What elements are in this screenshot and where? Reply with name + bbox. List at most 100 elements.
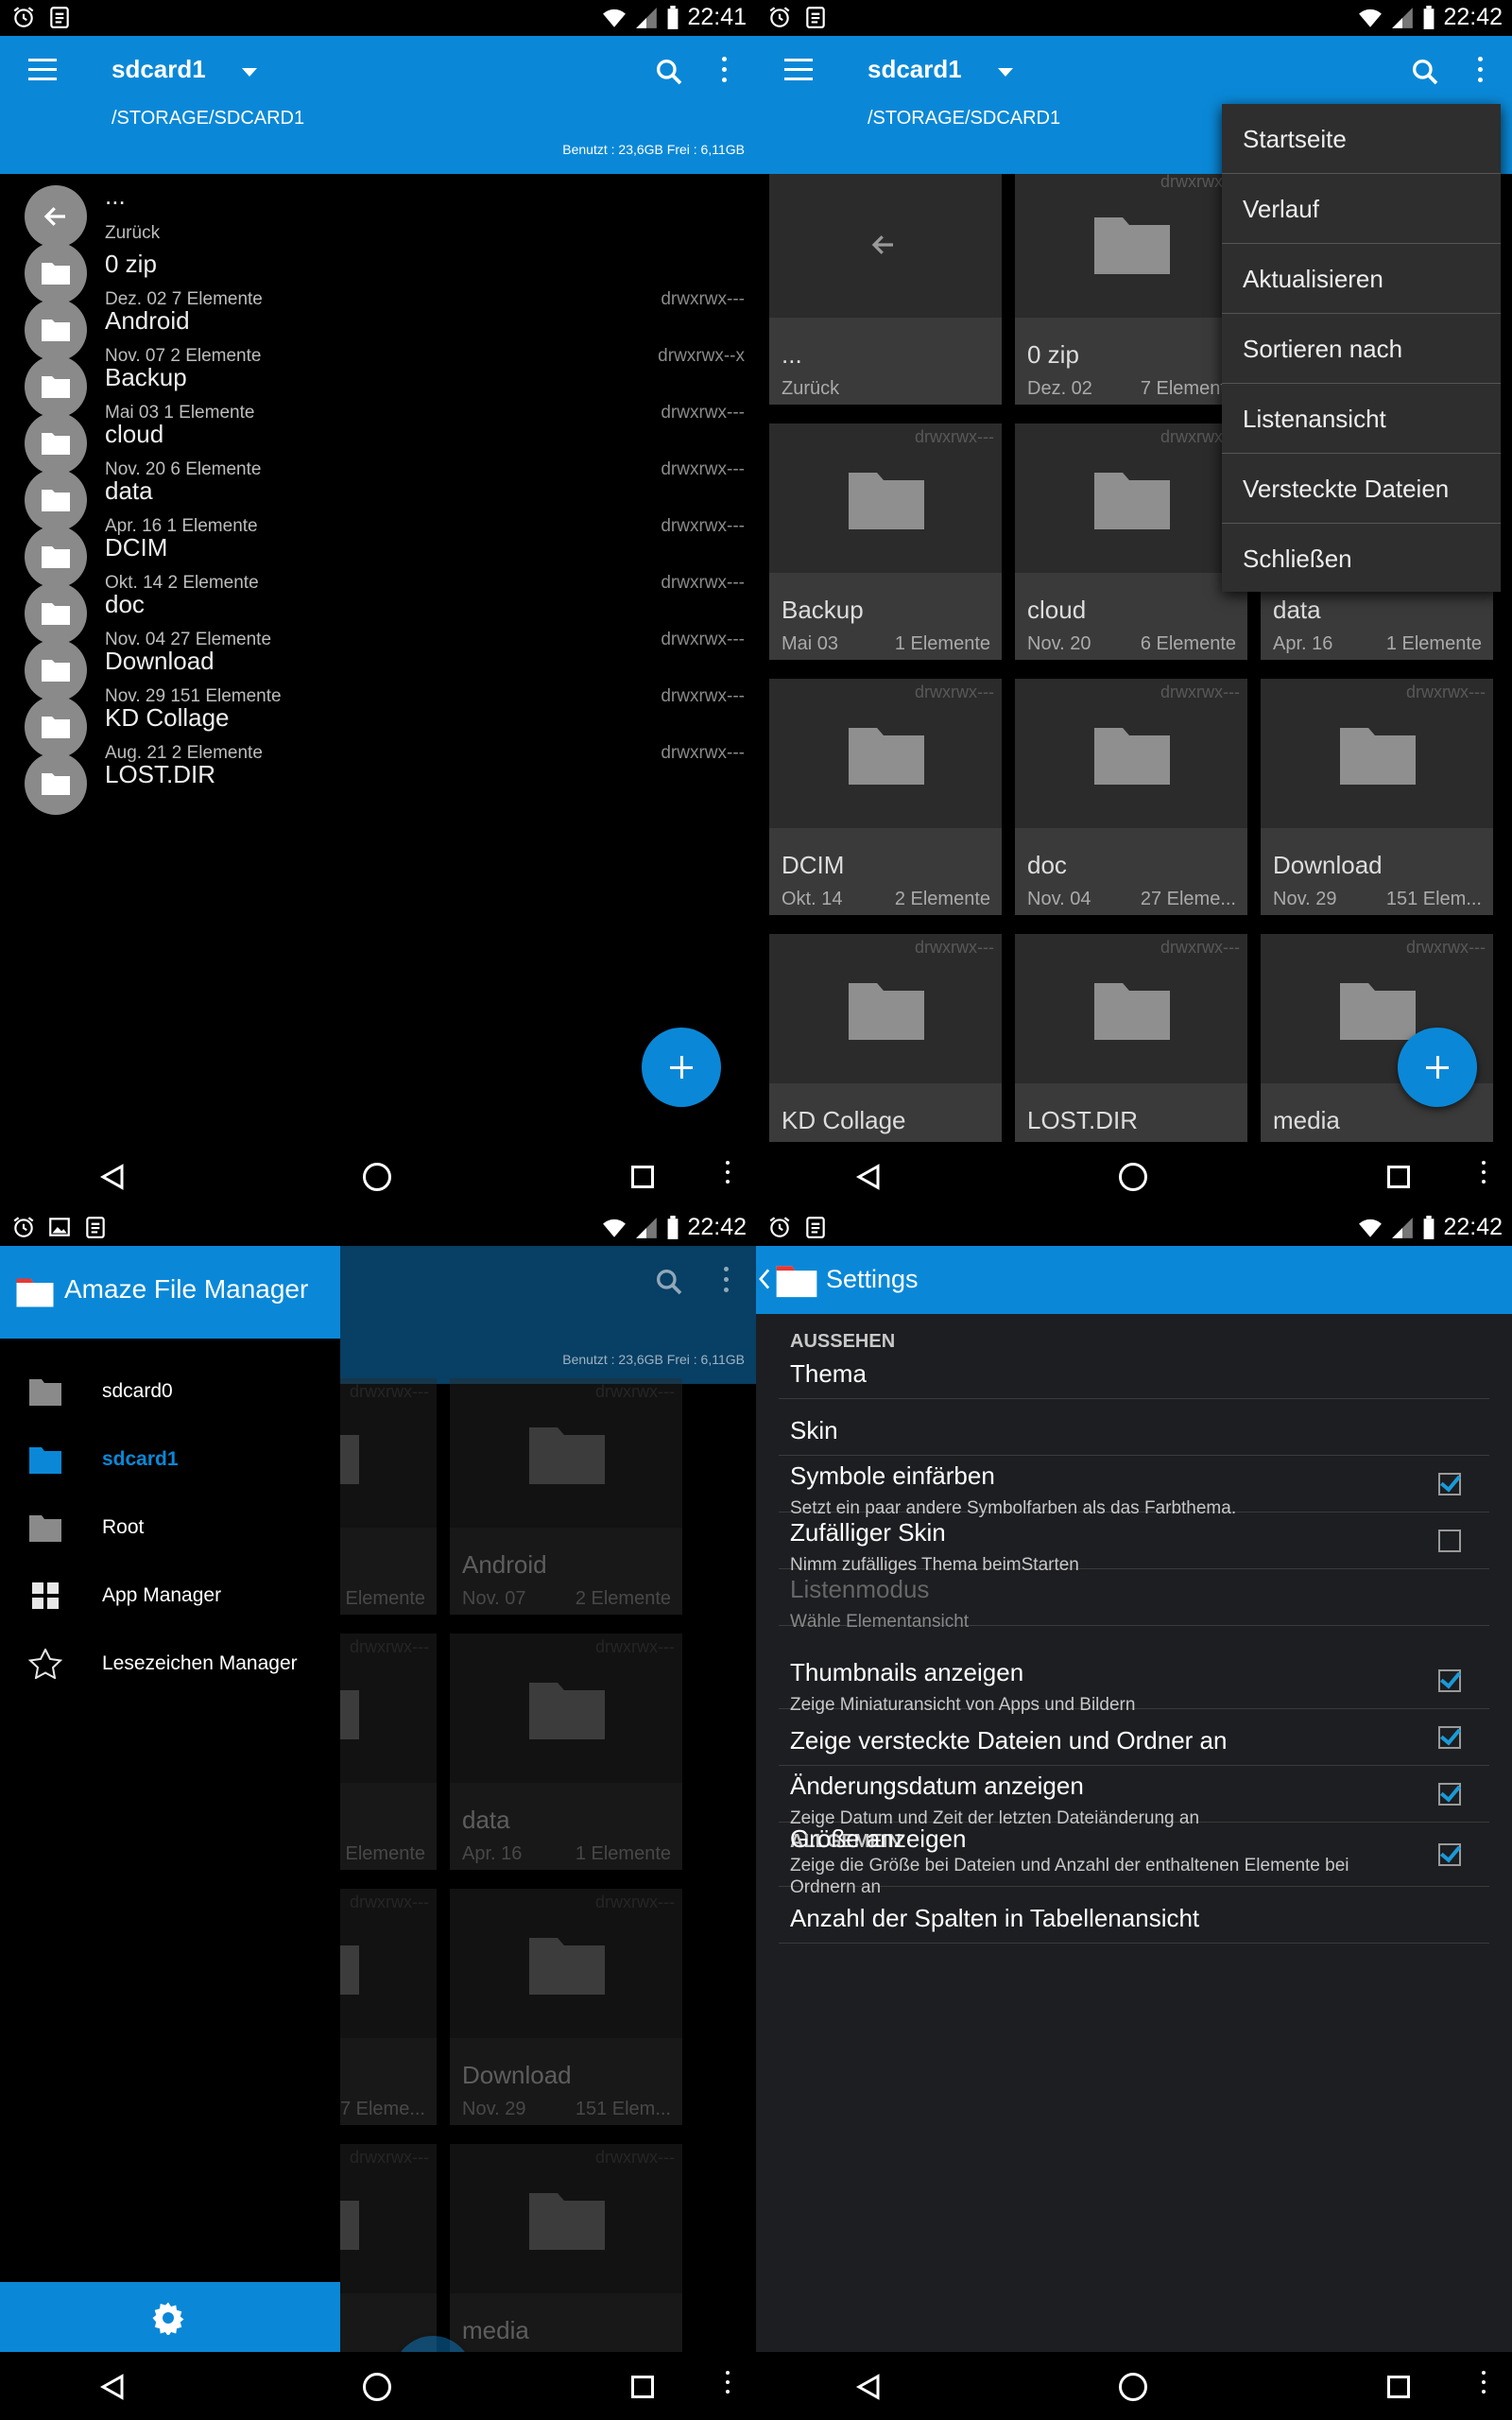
storage-title[interactable]: sdcard1 — [112, 55, 206, 84]
drawer-item-lesezeichen-manager[interactable]: Lesezeichen Manager — [0, 1630, 340, 1698]
status-bar: 22:41 — [0, 0, 756, 36]
search-icon[interactable] — [1410, 57, 1440, 87]
drawer-item-sdcard1[interactable]: sdcard1 — [0, 1426, 340, 1494]
grid-item[interactable]: drwxrwx--- DCIM Okt. 14 2 Elemente — [769, 679, 1002, 915]
tile-preview: drwxrwx--- — [450, 1634, 682, 1783]
clipboard-icon — [86, 1217, 105, 1238]
tile-permissions: drwxrwx--- — [1160, 938, 1240, 957]
drawer-item-app-manager[interactable]: App Manager — [0, 1562, 340, 1630]
back-icon[interactable] — [98, 2373, 127, 2401]
menu-icon[interactable] — [28, 59, 57, 81]
menu-icon[interactable] — [784, 59, 813, 81]
more-options-icon[interactable] — [1480, 2371, 1487, 2403]
recents-icon[interactable] — [631, 2376, 654, 2398]
folder-icon — [41, 601, 71, 626]
menu-item[interactable]: Listenansicht — [1222, 384, 1501, 454]
alarm-icon — [13, 7, 34, 27]
add-fab-button[interactable] — [1398, 1028, 1477, 1107]
checkbox[interactable] — [1438, 1473, 1461, 1495]
grid-item[interactable]: drwxrwx--- Download Nov. 29 151 Elem... — [1261, 679, 1493, 915]
settings-gear-icon[interactable] — [151, 2301, 185, 2335]
more-options-icon[interactable] — [724, 2371, 731, 2403]
grid-item[interactable]: ... Zurück — [769, 174, 1002, 405]
list-item[interactable]: LOST.DIR — [0, 741, 756, 834]
menu-item[interactable]: Versteckte Dateien — [1222, 454, 1501, 524]
drawer-item-root[interactable]: Root — [0, 1494, 340, 1562]
more-options-icon[interactable] — [1480, 1161, 1487, 1193]
recents-icon[interactable] — [1387, 2376, 1410, 2398]
grid-item[interactable]: drwxrwx--- 27 Eleme... — [340, 1889, 437, 2125]
grid-item[interactable]: drwxrwx--- Download Nov. 29 151 Elem... — [450, 1889, 682, 2125]
tile-permissions: drwxrwx--- — [915, 683, 994, 701]
menu-item[interactable]: Startseite — [1222, 104, 1501, 174]
checkbox[interactable] — [1438, 1726, 1461, 1749]
more-options-icon[interactable] — [718, 57, 730, 87]
setting-item[interactable]: Größe anzeigen Zeige die Größe bei Dateie… — [779, 1823, 1489, 1897]
folder-icon — [1338, 724, 1418, 786]
grid-item[interactable]: drwxrwx--- doc Nov. 04 27 Eleme... — [1015, 679, 1247, 915]
grid-item[interactable]: drwxrwx--- 6 Elemente — [340, 1634, 437, 1870]
setting-item[interactable]: Zeige versteckte Dateien und Ordner an — [779, 1709, 1489, 1766]
drawer-item-sdcard0[interactable]: sdcard0 — [0, 1357, 340, 1426]
back-icon[interactable] — [98, 1163, 127, 1191]
checkbox[interactable] — [1438, 1843, 1461, 1866]
tile-permissions: drwxrwx--- — [350, 2148, 429, 2167]
grid-item[interactable]: drwxrwx--- Backup Mai 03 1 Elemente — [769, 424, 1002, 660]
checkbox[interactable] — [1438, 1783, 1461, 1806]
up-chevron-left-icon[interactable] — [758, 1269, 771, 1289]
battery-icon — [668, 1215, 679, 1239]
checkbox[interactable] — [1438, 1669, 1461, 1692]
setting-item[interactable]: Zufälliger Skin Nimm zufälliges Thema bei… — [779, 1512, 1489, 1575]
setting-item[interactable]: Änderungsdatum anzeigen Zeige Datum und Z… — [779, 1766, 1489, 1828]
grid-item[interactable]: drwxrwx--- data Apr. 16 1 Elemente — [450, 1634, 682, 1870]
grid-item[interactable]: drwxrwx--- 7 Elemente — [340, 1378, 437, 1615]
folder-icon — [41, 771, 71, 796]
checkbox[interactable] — [1438, 1530, 1461, 1552]
grid-item[interactable]: drwxrwx--- KD Collage — [769, 934, 1002, 1142]
home-icon[interactable] — [363, 2373, 391, 2401]
menu-item[interactable]: Schließen — [1222, 524, 1501, 594]
grid-item[interactable]: drwxrwx--- 0 zip Dez. 02 7 Elemente — [1015, 174, 1247, 405]
grid-item[interactable]: drwxrwx--- cloud Nov. 20 6 Elemente — [1015, 424, 1247, 660]
add-fab-button[interactable] — [642, 1028, 721, 1107]
menu-item[interactable]: Verlauf — [1222, 174, 1501, 244]
tile-preview: drwxrwx--- — [1015, 934, 1247, 1083]
setting-item[interactable]: Anzahl der Spalten in Tabellenansicht — [779, 1887, 1489, 1944]
grid-item[interactable]: drwxrwx---DIR — [340, 2144, 437, 2352]
storage-title[interactable]: sdcard1 — [868, 55, 962, 84]
more-options-icon[interactable] — [1474, 57, 1486, 87]
grid-item[interactable]: drwxrwx--- media — [450, 2144, 682, 2352]
setting-item[interactable]: Thumbnails anzeigen Zeige Miniaturansicht… — [779, 1652, 1489, 1715]
recents-icon[interactable] — [631, 1166, 654, 1188]
menu-item[interactable]: Sortieren nach — [1222, 314, 1501, 384]
folder-icon — [41, 658, 71, 683]
back-icon[interactable] — [854, 2373, 883, 2401]
dropdown-caret-icon[interactable] — [242, 68, 257, 77]
signal-icon — [636, 1217, 658, 1238]
clipboard-icon — [806, 1217, 825, 1238]
more-options-icon[interactable] — [724, 1161, 731, 1193]
recents-icon[interactable] — [1387, 1166, 1410, 1188]
setting-title: Symbole einfärben — [790, 1461, 995, 1490]
home-icon[interactable] — [363, 1163, 391, 1191]
setting-item[interactable]: Symbole einfärben Setzt ein paar andere S… — [779, 1456, 1489, 1518]
folder-icon — [41, 374, 71, 399]
tile-title: Download — [1273, 851, 1383, 879]
app-logo-icon[interactable] — [775, 1261, 818, 1299]
folder-icon — [847, 469, 926, 531]
home-icon[interactable] — [1119, 2373, 1147, 2401]
dropdown-caret-icon[interactable] — [998, 68, 1013, 77]
tile-count: 2 Elemente — [575, 1588, 671, 1609]
back-icon[interactable] — [854, 1163, 883, 1191]
folder-icon — [340, 1934, 361, 1996]
search-icon[interactable] — [654, 57, 684, 87]
folder-icon — [41, 261, 71, 285]
clipboard-icon — [50, 7, 69, 28]
dimmed-background[interactable]: Benutzt : 23,6GB Frei : 6,11GB drwxrwx--… — [340, 1246, 756, 2352]
menu-item[interactable]: Aktualisieren — [1222, 244, 1501, 314]
setting-item[interactable]: Skin — [779, 1399, 1489, 1456]
grid-item[interactable]: drwxrwx--- Android Nov. 07 2 Elemente — [450, 1378, 682, 1615]
setting-item[interactable]: Thema — [779, 1342, 1489, 1399]
grid-item[interactable]: drwxrwx--- LOST.DIR — [1015, 934, 1247, 1142]
home-icon[interactable] — [1119, 1163, 1147, 1191]
